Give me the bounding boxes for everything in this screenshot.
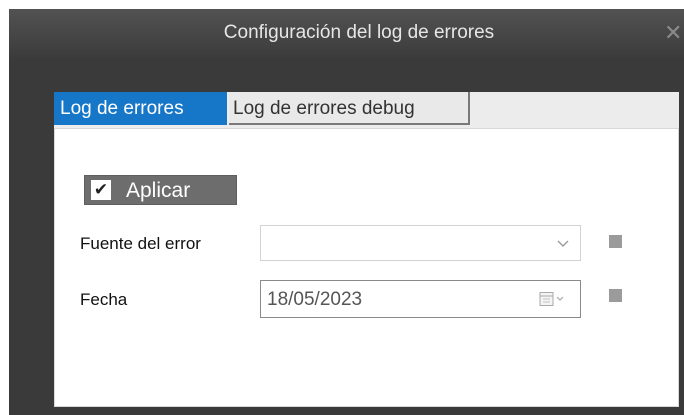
chevron-down-icon xyxy=(557,240,569,247)
apply-toggle-button[interactable]: ✔ Aplicar xyxy=(84,175,237,205)
title-bar[interactable]: Configuración del log de errores ✕ xyxy=(9,9,684,57)
error-source-select[interactable] xyxy=(260,225,581,261)
tab-panel: ✔ Aplicar Fuente del error Fecha 18/05/2… xyxy=(54,128,679,407)
date-label: Fecha xyxy=(80,290,128,309)
check-icon: ✔ xyxy=(91,180,111,200)
tab-error-log[interactable]: Log de errores xyxy=(54,92,227,125)
date-input[interactable]: 18/05/2023 xyxy=(260,280,581,318)
date-value: 18/05/2023 xyxy=(267,289,363,310)
tab-debug-error-log[interactable]: Log de errores debug xyxy=(229,92,470,125)
close-icon[interactable]: ✕ xyxy=(664,19,684,47)
dialog-title: Configuración del log de errores xyxy=(223,22,495,43)
calendar-icon[interactable] xyxy=(539,291,567,307)
apply-label: Aplicar xyxy=(126,179,191,202)
error-log-config-dialog: Configuración del log de errores ✕ Log d… xyxy=(9,9,684,415)
error-source-label: Fuente del error xyxy=(80,234,201,253)
tab-bar: Log de errores Log de errores debug xyxy=(54,92,679,128)
date-filter-toggle[interactable] xyxy=(609,289,622,302)
error-source-filter-toggle[interactable] xyxy=(609,235,622,248)
